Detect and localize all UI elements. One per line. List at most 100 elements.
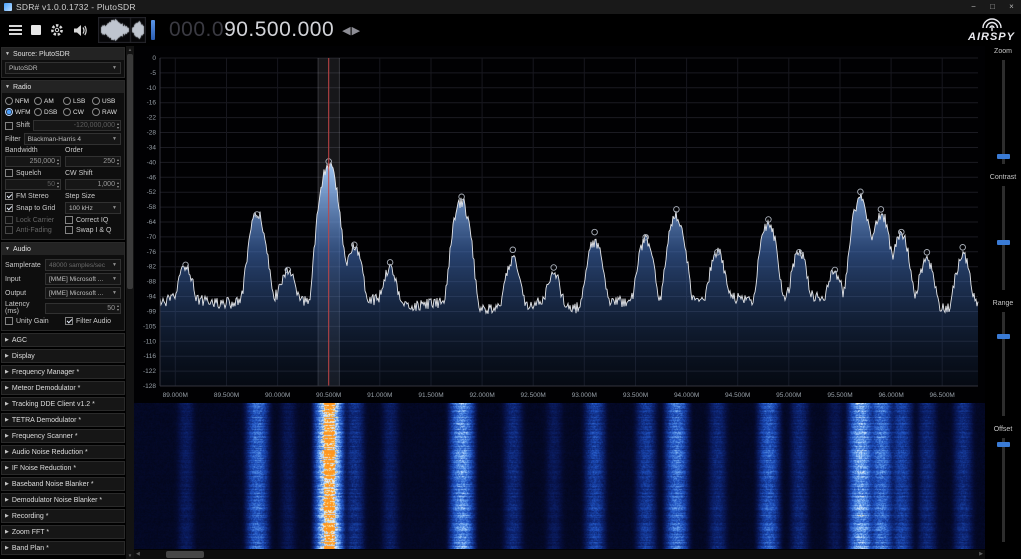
menu-icon[interactable]: [9, 25, 22, 35]
mode-raw[interactable]: RAW: [92, 108, 121, 116]
svg-text:-128: -128: [143, 383, 156, 390]
mode-nfm[interactable]: NFM: [5, 97, 34, 105]
spinner-buttons[interactable]: ▴▾: [57, 158, 59, 165]
panel-audio-noise-reduction[interactable]: ▶Audio Noise Reduction *: [1, 445, 125, 459]
panel-display[interactable]: ▶Display: [1, 349, 125, 363]
radio-button[interactable]: [92, 97, 100, 105]
source-device-dropdown[interactable]: PlutoSDR ▼: [5, 62, 121, 74]
cw-shift-input[interactable]: 1,000 ▴▾: [65, 179, 121, 190]
spectrum-display[interactable]: 0-5-10-16-22-28-34-40-46-52-58-64-70-76-…: [134, 46, 985, 403]
unity-gain-checkbox[interactable]: [5, 317, 13, 325]
scroll-down-icon[interactable]: ▼: [126, 553, 134, 558]
radio-button[interactable]: [63, 97, 71, 105]
range-label: Range: [985, 300, 1021, 307]
contrast-slider[interactable]: [1002, 186, 1005, 290]
filter-audio-checkbox[interactable]: [65, 317, 73, 325]
squelch-checkbox[interactable]: [5, 169, 13, 177]
lock-carrier-checkbox[interactable]: [5, 216, 13, 224]
zoom-slider-thumb[interactable]: [997, 154, 1010, 159]
audio-panel-header[interactable]: ▼ Audio: [2, 243, 124, 255]
scroll-up-icon[interactable]: ▲: [126, 47, 134, 52]
mode-lsb[interactable]: LSB: [63, 97, 92, 105]
squelch-input[interactable]: 50 ▴▾: [5, 179, 61, 190]
panel-zoom-fft[interactable]: ▶Zoom FFT *: [1, 525, 125, 539]
step-size-dropdown[interactable]: 100 kHz ▼: [65, 202, 121, 214]
mode-dsb[interactable]: DSB: [34, 108, 63, 116]
radio-panel-header[interactable]: ▼ Radio: [2, 81, 124, 93]
tune-step-buttons[interactable]: ◀▶: [342, 24, 361, 37]
sidebar-scrollbar-thumb[interactable]: [127, 54, 133, 289]
panel-frequency-scanner[interactable]: ▶Frequency Scanner *: [1, 429, 125, 443]
spinner-buttons[interactable]: ▴▾: [57, 181, 59, 188]
minimize-button[interactable]: −: [964, 0, 983, 14]
bandwidth-input[interactable]: 250,000 ▴▾: [5, 156, 61, 167]
offset-slider[interactable]: [1002, 438, 1005, 542]
latency-input[interactable]: 50 ▴▾: [45, 303, 121, 314]
frequency-scrollbar[interactable]: ◀ ▶: [134, 550, 985, 559]
panel-if-noise-reduction[interactable]: ▶IF Noise Reduction *: [1, 461, 125, 475]
shift-checkbox[interactable]: [5, 122, 13, 130]
panel-baseband-noise-blanker[interactable]: ▶Baseband Noise Blanker *: [1, 477, 125, 491]
chevron-right-icon: ▶: [5, 465, 9, 471]
panel-tetra-demodulator[interactable]: ▶TETRA Demodulator *: [1, 413, 125, 427]
titlebar[interactable]: SDR# v1.0.0.1732 - PlutoSDR − □ ×: [0, 0, 1021, 14]
anti-fading-checkbox[interactable]: [5, 226, 13, 234]
stop-button[interactable]: [31, 25, 41, 35]
fm-stereo-checkbox[interactable]: [5, 192, 13, 200]
mode-usb[interactable]: USB: [92, 97, 121, 105]
order-input[interactable]: 250 ▴▾: [65, 156, 121, 167]
contrast-slider-thumb[interactable]: [997, 240, 1010, 245]
swap-iq-label: Swap I & Q: [76, 227, 111, 234]
radio-button[interactable]: [5, 108, 13, 116]
audio-panel: ▼ Audio Samplerate 48000 samples/sec ▼ I…: [1, 242, 125, 331]
source-panel-header[interactable]: ▼ Source: PlutoSDR: [2, 48, 124, 60]
maximize-button[interactable]: □: [983, 0, 1002, 14]
mode-am[interactable]: AM: [34, 97, 63, 105]
waterfall-display[interactable]: [134, 403, 985, 549]
speaker-icon[interactable]: [73, 24, 88, 37]
range-slider-thumb[interactable]: [997, 334, 1010, 339]
radio-button[interactable]: [34, 97, 42, 105]
panel-demodulator-noise-blanker[interactable]: ▶Demodulator Noise Blanker *: [1, 493, 125, 507]
zoom-slider[interactable]: [1002, 60, 1005, 164]
audio-panel-title: Audio: [13, 246, 31, 253]
panel-tracking-dde-client-v1-2[interactable]: ▶Tracking DDE Client v1.2 *: [1, 397, 125, 411]
scroll-left-icon[interactable]: ◀: [136, 550, 140, 559]
snap-to-grid-checkbox[interactable]: [5, 204, 13, 212]
spinner-buttons[interactable]: ▴▾: [117, 122, 119, 129]
radio-button[interactable]: [63, 108, 71, 116]
samplerate-dropdown[interactable]: 48000 samples/sec ▼: [45, 259, 121, 271]
panel-recording[interactable]: ▶Recording *: [1, 509, 125, 523]
panel-title: Tracking DDE Client v1.2 *: [12, 401, 95, 408]
swap-iq-checkbox[interactable]: [65, 226, 73, 234]
mode-cw[interactable]: CW: [63, 108, 92, 116]
filter-dropdown[interactable]: Blackman-Harris 4 ▼: [24, 133, 121, 145]
settings-gear-icon[interactable]: [50, 23, 64, 37]
sidebar-scrollbar[interactable]: ▲ ▼: [126, 46, 134, 559]
panel-title: Meteor Demodulator *: [12, 385, 80, 392]
panel-meteor-demodulator[interactable]: ▶Meteor Demodulator *: [1, 381, 125, 395]
volume-slider[interactable]: [151, 20, 155, 40]
spinner-buttons[interactable]: ▴▾: [117, 304, 119, 311]
close-button[interactable]: ×: [1002, 0, 1021, 14]
shift-input[interactable]: -120,000,000 ▴▾: [33, 120, 121, 131]
frequency-scrollbar-thumb[interactable]: [166, 551, 204, 558]
frequency-display[interactable]: 000.090.500.000: [169, 18, 334, 42]
mode-wfm[interactable]: WFM: [5, 108, 34, 116]
radio-button[interactable]: [92, 108, 100, 116]
audio-output-dropdown[interactable]: [MME] Microsoft ... ▼: [45, 287, 121, 299]
range-slider[interactable]: [1002, 312, 1005, 416]
scroll-right-icon[interactable]: ▶: [979, 550, 983, 559]
correct-iq-checkbox[interactable]: [65, 216, 73, 224]
panel-frequency-manager[interactable]: ▶Frequency Manager *: [1, 365, 125, 379]
panel-agc[interactable]: ▶AGC: [1, 333, 125, 347]
radio-button[interactable]: [34, 108, 42, 116]
svg-text:-28: -28: [147, 130, 157, 137]
frequency-active-digits: 90.500.000: [224, 18, 334, 41]
offset-slider-thumb[interactable]: [997, 442, 1010, 447]
audio-input-dropdown[interactable]: [MME] Microsoft ... ▼: [45, 273, 121, 285]
spinner-buttons[interactable]: ▴▾: [117, 158, 119, 165]
panel-band-plan[interactable]: ▶Band Plan *: [1, 541, 125, 555]
radio-button[interactable]: [5, 97, 13, 105]
spinner-buttons[interactable]: ▴▾: [117, 181, 119, 188]
